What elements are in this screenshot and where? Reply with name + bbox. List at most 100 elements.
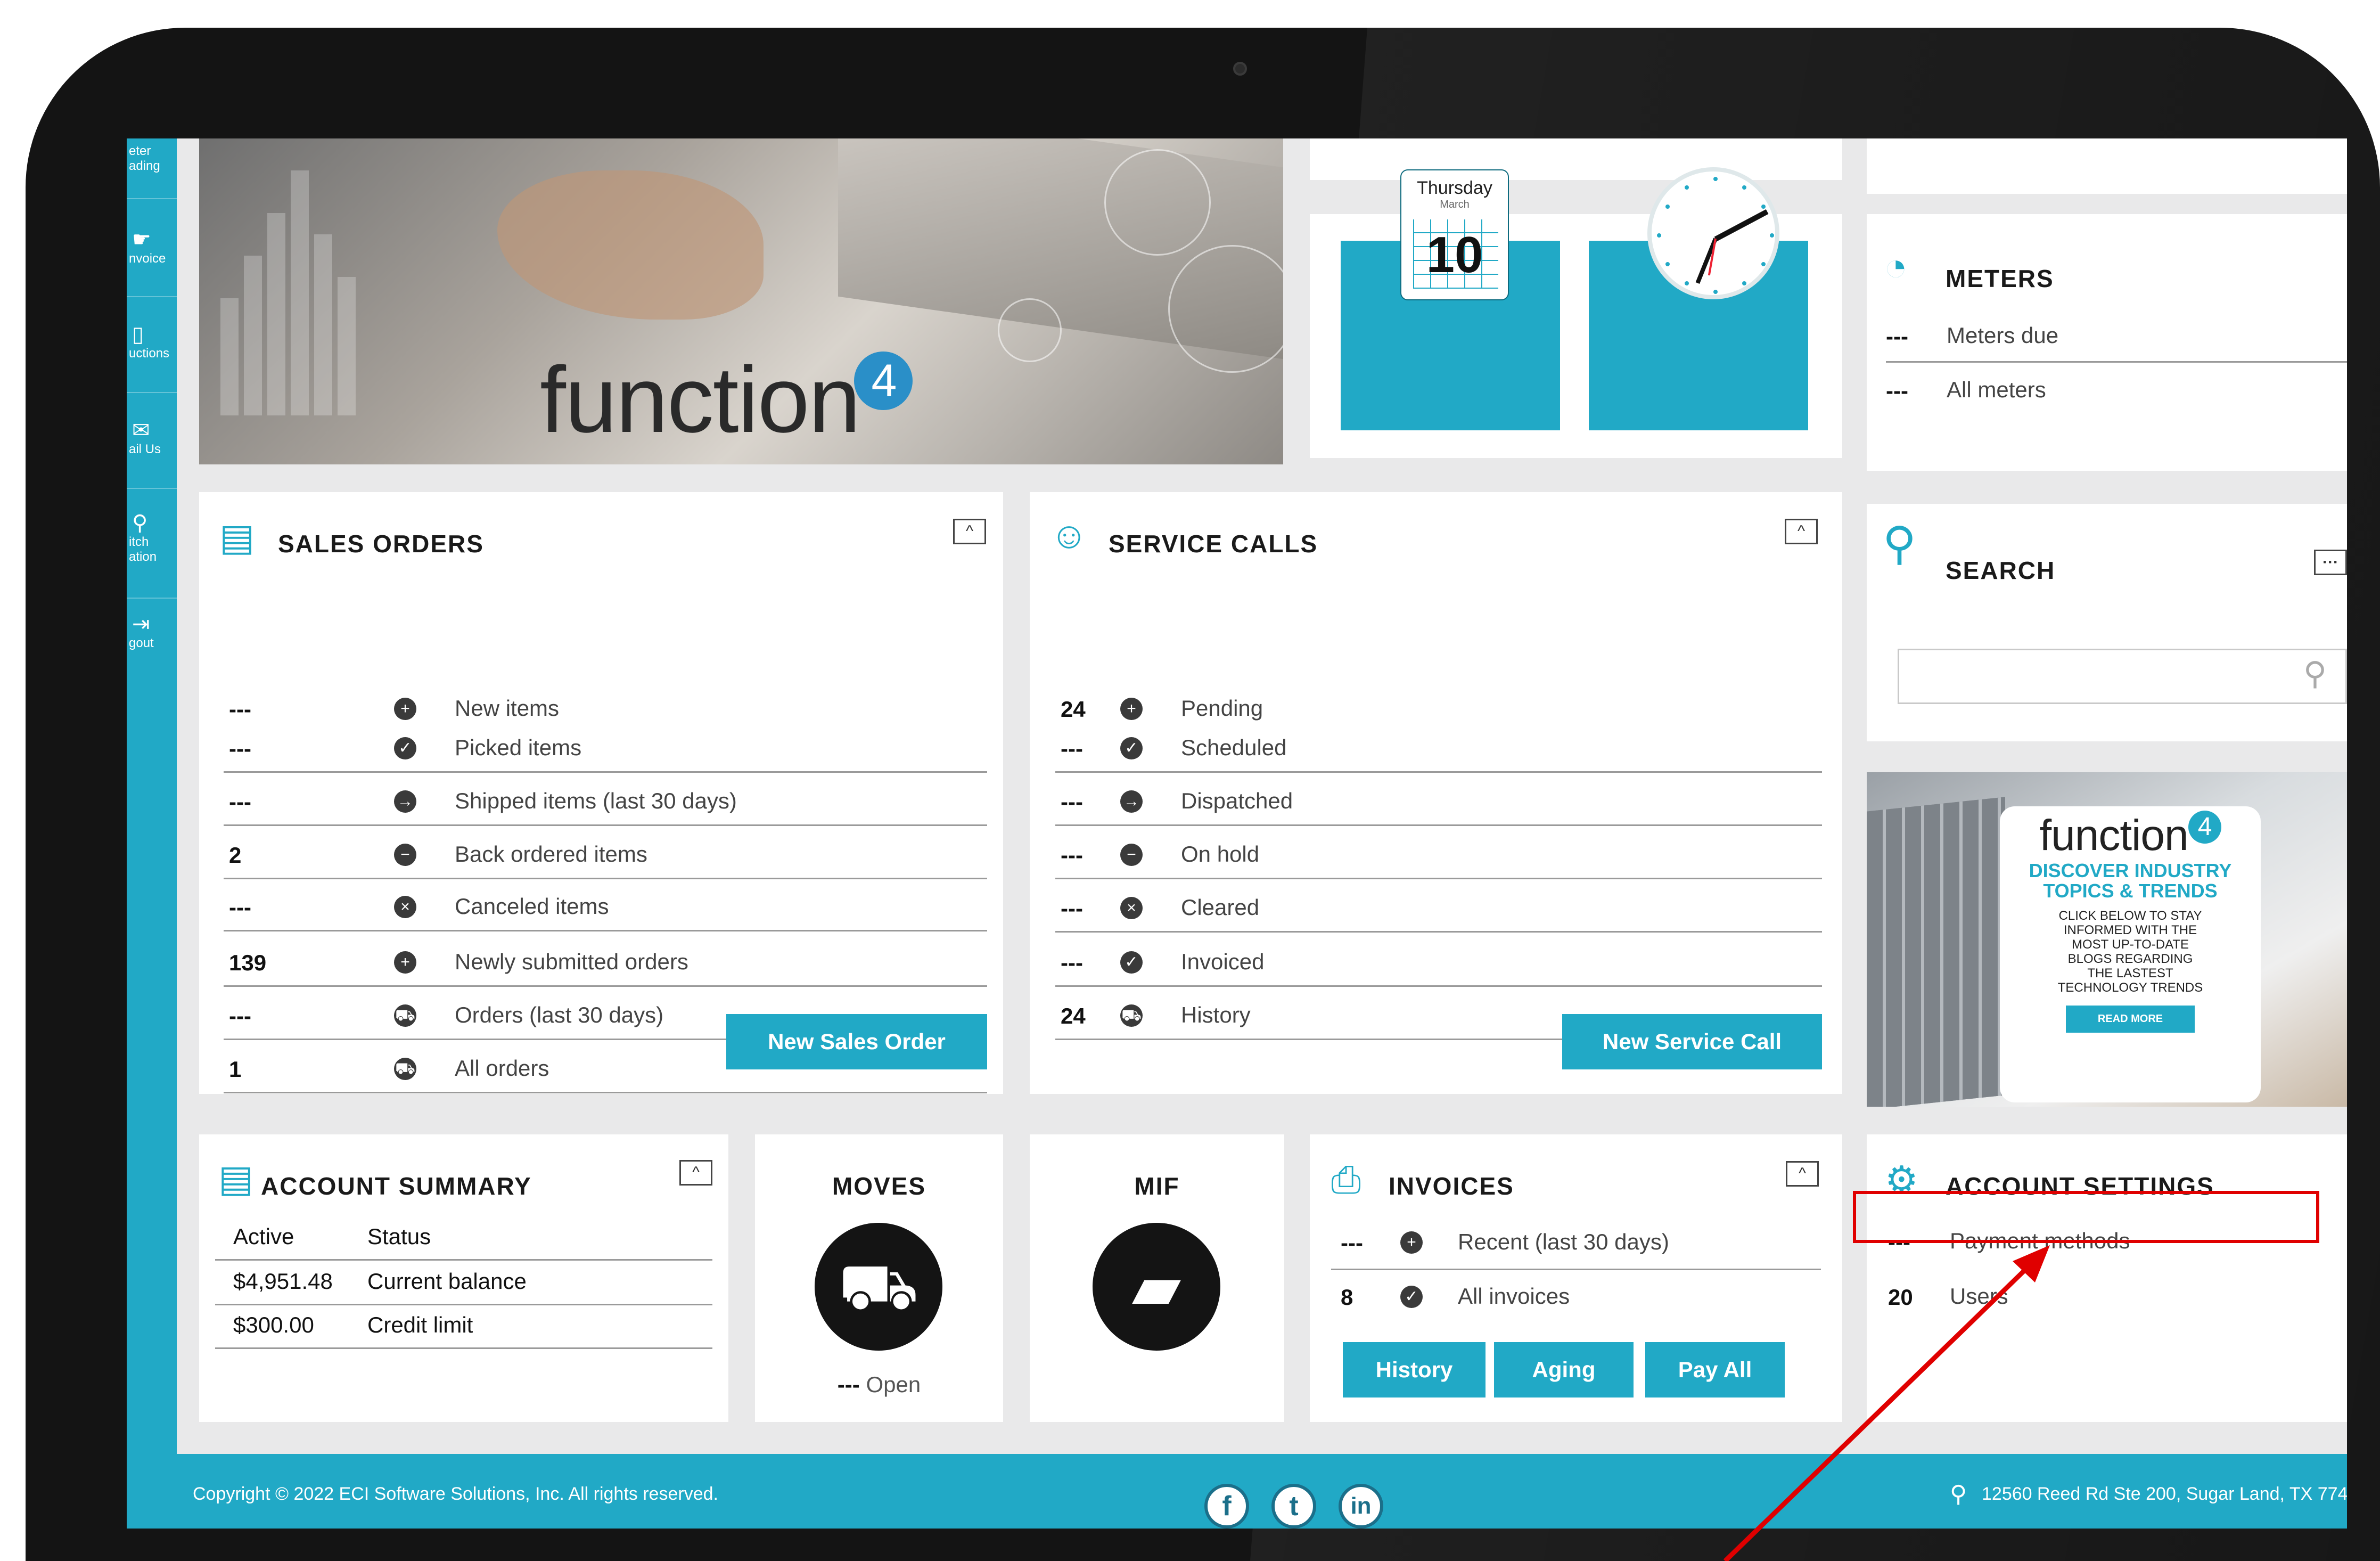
- sidebar-item-switch-location[interactable]: ⚲ itch ation: [127, 511, 177, 565]
- sidebar-divider: [127, 296, 177, 297]
- list-item[interactable]: --- Meters due: [1886, 308, 2347, 361]
- item-label[interactable]: Cleared: [1181, 895, 1259, 920]
- collapse-button[interactable]: ^: [1786, 1161, 1819, 1187]
- sidebar-item-label: ail Us: [129, 442, 161, 456]
- list-item[interactable]: --- → Dispatched: [1061, 773, 1822, 827]
- top-panel-partial: [1310, 138, 1842, 180]
- ad-body-line: BLOGS REGARDING: [2067, 952, 2193, 966]
- item-label[interactable]: Scheduled: [1181, 735, 1287, 761]
- collapse-button[interactable]: ^: [679, 1160, 712, 1186]
- sidebar-item-label: uctions: [129, 346, 170, 361]
- row-divider: [1055, 771, 1822, 773]
- sidebar-divider: [127, 488, 177, 489]
- list-item[interactable]: --- ✓ Picked items: [229, 720, 987, 773]
- item-label[interactable]: Shipped items (last 30 days): [455, 788, 737, 814]
- minus-circle-icon: −: [394, 844, 416, 866]
- list-item[interactable]: --- × Canceled items: [229, 879, 987, 932]
- summary-label: Current balance: [367, 1269, 527, 1294]
- meters-due-link[interactable]: Meters due: [1947, 323, 2058, 348]
- top-panel-partial: [1867, 138, 2347, 194]
- item-label[interactable]: Invoiced: [1181, 949, 1264, 975]
- new-service-call-button[interactable]: New Service Call: [1562, 1014, 1822, 1069]
- search-icon[interactable]: ⚲: [2303, 655, 2327, 692]
- invoices-title: INVOICES: [1389, 1172, 1514, 1200]
- document-icon: ▤: [218, 1158, 254, 1199]
- list-item[interactable]: 139 + Newly submitted orders: [229, 934, 987, 987]
- item-count: 139: [229, 950, 267, 975]
- item-label[interactable]: New items: [455, 696, 559, 721]
- ad-card: function 4 DISCOVER INDUSTRY TOPICS & TRE…: [2000, 806, 2261, 1102]
- more-options-button[interactable]: ···: [2314, 550, 2347, 575]
- moves-panel[interactable]: MOVES ⛟ --- Open: [755, 1134, 1003, 1422]
- meters-title: METERS: [1946, 265, 2054, 292]
- sidebar-item-instructions[interactable]: ▯ uctions: [127, 323, 177, 361]
- linkedin-icon[interactable]: in: [1339, 1484, 1383, 1529]
- circle-graphic: [1104, 149, 1211, 256]
- sidebar-item-logout[interactable]: ⇥ gout: [127, 612, 177, 651]
- twitter-icon[interactable]: t: [1271, 1484, 1316, 1529]
- row-divider: [224, 771, 987, 773]
- sidebar-item-email-us[interactable]: ✉ ail Us: [127, 419, 177, 457]
- item-count: 24: [1061, 1003, 1086, 1028]
- list-item[interactable]: --- × Cleared: [1061, 880, 1822, 933]
- list-item[interactable]: 2 − Back ordered items: [229, 827, 987, 880]
- calendar-weekday: Thursday: [1417, 178, 1492, 198]
- read-more-button[interactable]: READ MORE: [2065, 1006, 2195, 1033]
- all-meters-link[interactable]: All meters: [1947, 377, 2046, 403]
- new-sales-order-button[interactable]: New Sales Order: [726, 1014, 987, 1069]
- collapse-button[interactable]: ^: [953, 519, 986, 544]
- location-pin-icon: ⚲: [1950, 1481, 1967, 1507]
- search-title: SEARCH: [1946, 557, 2056, 584]
- item-count: ---: [229, 789, 251, 814]
- aging-button[interactable]: Aging: [1494, 1342, 1634, 1397]
- list-item[interactable]: --- ✓ Scheduled: [1061, 720, 1822, 773]
- blog-ad-banner[interactable]: function 4 DISCOVER INDUSTRY TOPICS & TRE…: [1867, 772, 2347, 1107]
- pay-all-button[interactable]: Pay All: [1645, 1342, 1785, 1397]
- magnifier-icon: ⚲: [1883, 518, 1916, 569]
- item-label[interactable]: All orders: [455, 1056, 549, 1081]
- item-count: ---: [229, 697, 251, 722]
- list-item[interactable]: --- + Recent (last 30 days): [1341, 1214, 1820, 1268]
- invoice-history-button[interactable]: History: [1343, 1342, 1486, 1397]
- recent-invoices-link[interactable]: Recent (last 30 days): [1458, 1229, 1669, 1255]
- all-invoices-link[interactable]: All invoices: [1458, 1284, 1570, 1309]
- item-label[interactable]: Canceled items: [455, 894, 609, 919]
- collapse-button[interactable]: ^: [1785, 519, 1818, 544]
- sidebar-item-label: nvoice: [129, 251, 166, 266]
- plus-circle-icon: +: [1400, 1231, 1423, 1254]
- search-input[interactable]: [1898, 649, 2347, 704]
- facebook-icon[interactable]: f: [1204, 1484, 1249, 1529]
- sidebar-item-label: gout: [129, 636, 154, 650]
- item-label[interactable]: Dispatched: [1181, 788, 1293, 814]
- sales-order-clipboard-icon: ▤: [219, 517, 255, 558]
- item-label[interactable]: On hold: [1181, 841, 1259, 867]
- item-label[interactable]: Pending: [1181, 696, 1263, 721]
- item-count: ---: [1061, 789, 1083, 814]
- item-label[interactable]: Orders (last 30 days): [455, 1002, 663, 1028]
- keyboard-graphic: [1867, 797, 2005, 1107]
- users-link[interactable]: Users: [1950, 1284, 2008, 1309]
- page-footer: Copyright © 2022 ECI Software Solutions,…: [177, 1454, 2347, 1529]
- sidebar-item-meter-reading[interactable]: eter ading: [127, 144, 177, 174]
- list-item[interactable]: --- ✓ Invoiced: [1061, 934, 1822, 987]
- list-item[interactable]: 20 Users: [1888, 1269, 2346, 1322]
- cart-icon: ⛟: [1120, 1004, 1143, 1027]
- list-item[interactable]: --- All meters: [1886, 362, 2347, 415]
- list-item[interactable]: --- − On hold: [1061, 827, 1822, 880]
- sidebar-item-invoice[interactable]: ☛ nvoice: [127, 228, 177, 266]
- sidebar-item-label: itch ation: [129, 535, 157, 564]
- item-label[interactable]: Picked items: [455, 735, 581, 761]
- item-label[interactable]: Back ordered items: [455, 841, 647, 867]
- function4-logo: function 4: [540, 346, 913, 454]
- mif-title: MIF: [1134, 1172, 1180, 1200]
- item-label[interactable]: Newly submitted orders: [455, 949, 688, 975]
- sidebar-item-label: eter ading: [129, 144, 160, 173]
- row-divider: [1055, 985, 1822, 987]
- item-label[interactable]: History: [1181, 1002, 1251, 1028]
- cancel-circle-icon: ×: [1120, 897, 1143, 919]
- switch-location-icon: ⚲: [132, 511, 148, 535]
- mif-panel[interactable]: MIF ▰: [1030, 1134, 1284, 1422]
- list-item[interactable]: 8 ✓ All invoices: [1341, 1269, 1820, 1322]
- list-item[interactable]: --- → Shipped items (last 30 days): [229, 773, 987, 827]
- tablet-device-frame: eter ading ☛ nvoice ▯ uctions ✉ ail Us ⚲…: [26, 28, 2380, 1561]
